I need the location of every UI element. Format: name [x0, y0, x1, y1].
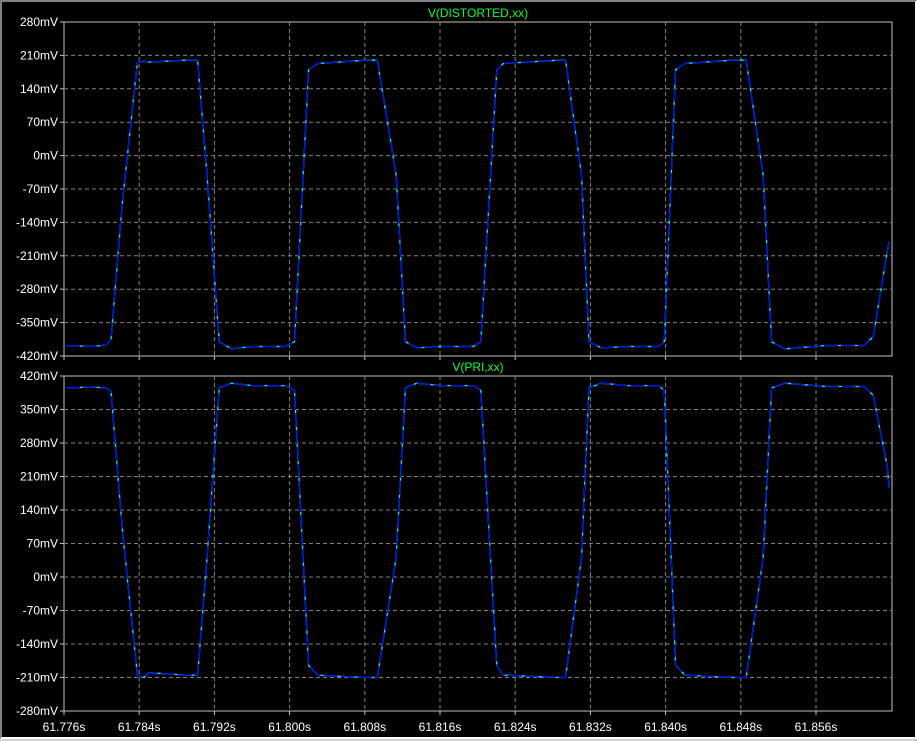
waveform-chart: 280mV 210mV 140mV 70mV 0mV -70mV -140mV -210mV -…: [16, 6, 893, 734]
y-tick-label: -210mV: [16, 249, 58, 263]
x-tick-label: 61.816s: [419, 720, 462, 734]
x-tick-label: 61.800s: [268, 720, 311, 734]
x-tick-label: 61.840s: [644, 720, 687, 734]
series-line-overlay: [65, 382, 890, 679]
y-tick-label: -140mV: [16, 637, 58, 651]
y-tick-label: 70mV: [27, 115, 58, 129]
trace-title[interactable]: V(DISTORTED,xx): [428, 6, 528, 20]
x-tick-label: 61.848s: [719, 720, 762, 734]
y-tick-label: 210mV: [20, 470, 58, 484]
y-tick-label: -70mV: [23, 604, 58, 618]
y-tick-label: 210mV: [20, 48, 58, 62]
x-tick-label: 61.792s: [193, 720, 236, 734]
x-tick-label: 61.776s: [43, 720, 86, 734]
y-tick-label: -280mV: [16, 704, 58, 718]
y-tick-label: 280mV: [20, 436, 58, 450]
y-tick-label: 350mV: [20, 403, 58, 417]
plot-pane-1: 280mV 210mV 140mV 70mV 0mV -70mV -140mV -210mV -…: [16, 6, 893, 363]
y-tick-label: -420mV: [16, 349, 58, 363]
y-tick-label: -210mV: [16, 671, 58, 685]
y-tick-label: 140mV: [20, 82, 58, 96]
y-tick-label: 0mV: [33, 570, 58, 584]
x-tick-label: 61.824s: [494, 720, 537, 734]
x-tick-label: 61.808s: [343, 720, 386, 734]
waveform-viewer: 280mV 210mV 140mV 70mV 0mV -70mV -140mV -210mV -…: [0, 0, 917, 739]
y-tick-label: 280mV: [20, 15, 58, 29]
series-line: [65, 59, 890, 350]
y-tick-label: 420mV: [20, 369, 58, 383]
x-tick-label: 61.784s: [118, 720, 161, 734]
x-tick-label: 61.856s: [795, 720, 838, 734]
trace-title[interactable]: V(PRI,xx): [452, 360, 503, 374]
series-line-overlay: [65, 59, 890, 350]
x-tick-label: 61.832s: [569, 720, 612, 734]
y-tick-label: -140mV: [16, 215, 58, 229]
y-tick-label: -70mV: [23, 182, 58, 196]
y-tick-label: -350mV: [16, 316, 58, 330]
y-tick-label: -280mV: [16, 282, 58, 296]
plot-pane-2: 420mV 350mV 280mV 210mV 140mV 70mV 0mV -70mV -14…: [16, 360, 893, 734]
y-tick-label: 0mV: [33, 149, 58, 163]
y-tick-label: 140mV: [20, 503, 58, 517]
y-tick-label: 70mV: [27, 537, 58, 551]
series-line: [65, 382, 890, 679]
